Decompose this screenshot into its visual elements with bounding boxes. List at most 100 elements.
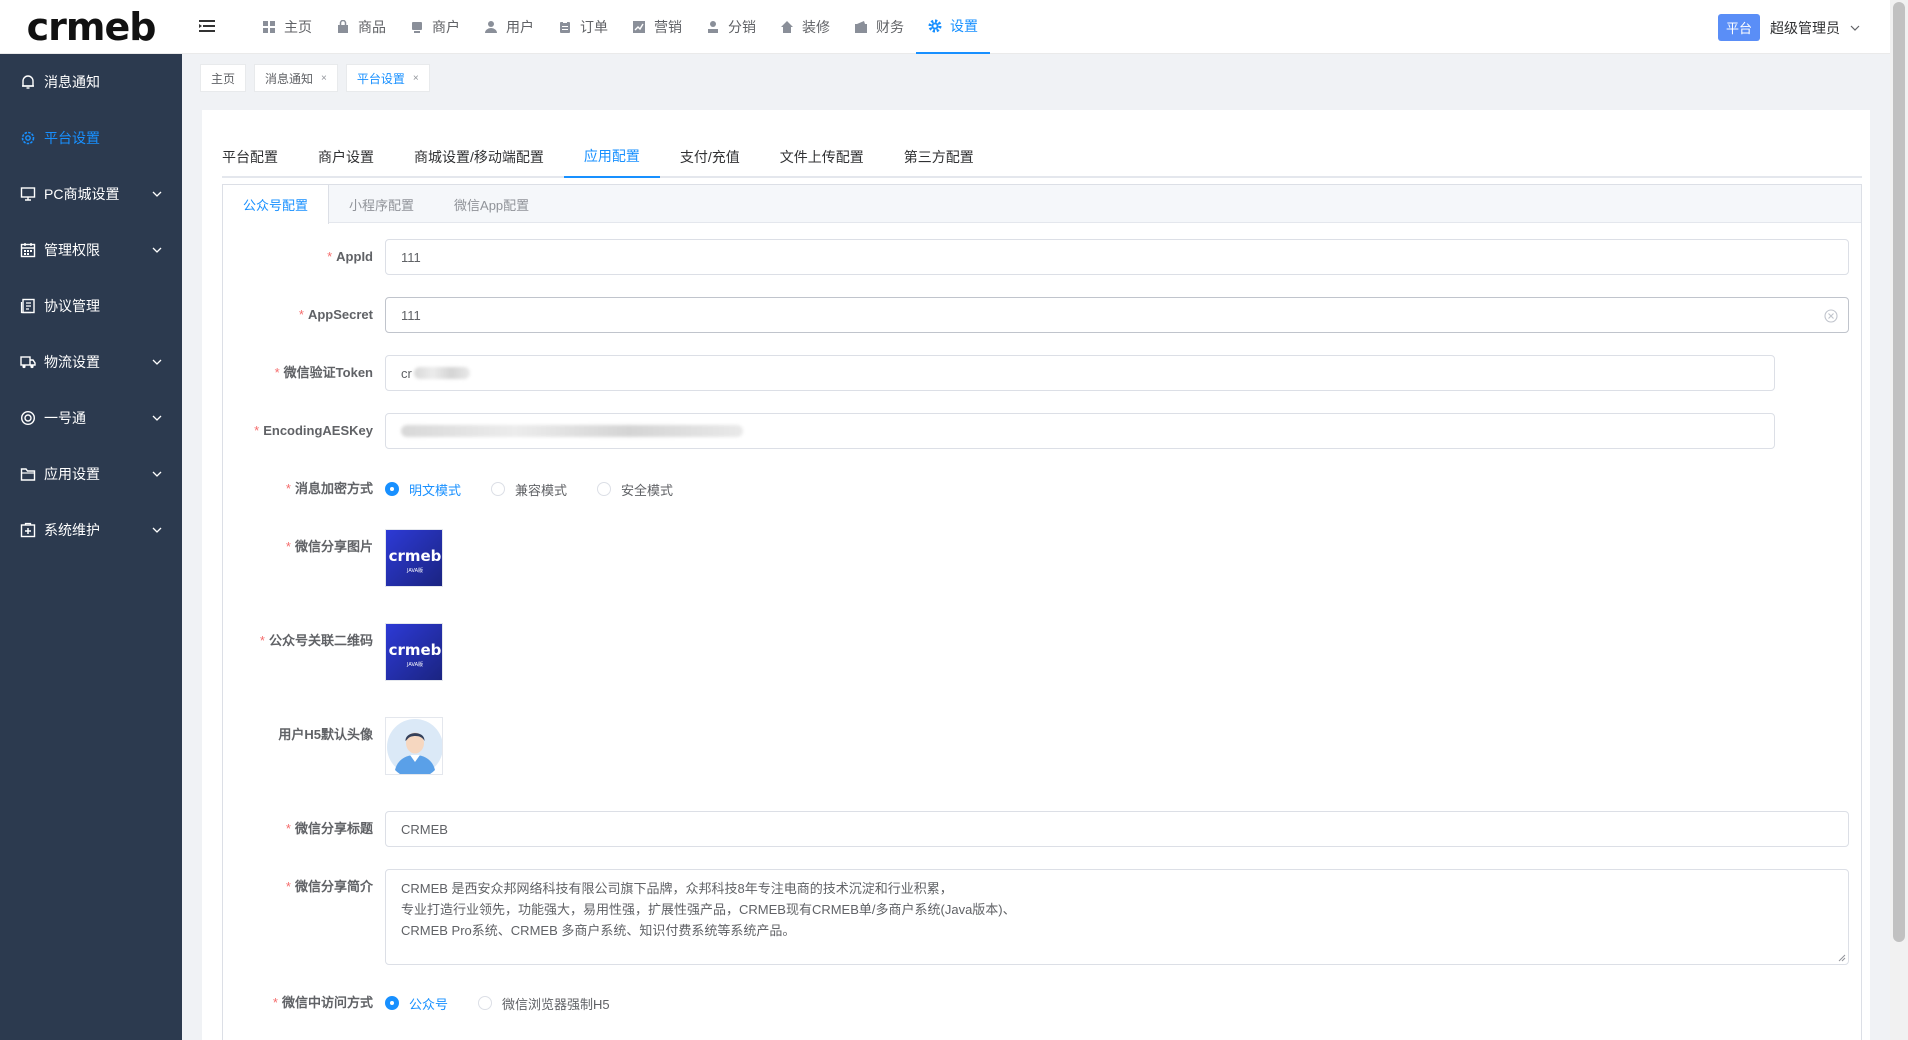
settings-card: 平台配置 商户设置 商城设置/移动端配置 应用配置 支付/充值 文件上传配置 第… — [202, 110, 1870, 1040]
sidebar-item-label: 物流设置 — [44, 354, 100, 370]
radio-official-account[interactable]: 公众号 — [385, 994, 448, 1013]
topnav-item-distribution[interactable]: 分销 — [694, 0, 768, 54]
page-scrollbar[interactable] — [1890, 0, 1908, 1040]
share-image-upload[interactable]: crmeb JAVA版 — [385, 529, 443, 587]
tag-platform-settings[interactable]: 平台设置 × — [345, 64, 430, 92]
topnav-item-products[interactable]: 商品 — [324, 0, 398, 54]
logo[interactable]: crmeb — [0, 0, 182, 54]
encrypt-radio-group: 明文模式 兼容模式 安全模式 — [385, 471, 673, 507]
admin-name[interactable]: 超级管理员 — [1770, 18, 1840, 38]
avatar-upload[interactable] — [385, 717, 443, 775]
chart-icon — [633, 21, 645, 33]
subtab-official-account[interactable]: 公众号配置 — [223, 185, 330, 224]
wallet-icon — [855, 21, 867, 33]
settings-icon — [21, 131, 35, 145]
crmeb-logo-image: crmeb JAVA版 — [386, 624, 442, 680]
sidebar-item-logistics[interactable]: 物流设置 — [0, 334, 182, 390]
access-mode-radio-group: 公众号 微信浏览器强制H5 — [385, 985, 610, 1021]
sidebar-item-label: 应用设置 — [44, 466, 100, 482]
sidebar-item-app-settings[interactable]: 应用设置 — [0, 446, 182, 502]
appsecret-label: * AppSecret — [298, 307, 373, 322]
close-icon[interactable]: × — [321, 73, 327, 84]
menu-toggle-icon[interactable] — [198, 17, 216, 35]
sidebar-item-permissions[interactable]: 管理权限 — [0, 222, 182, 278]
sidebar-item-maintenance[interactable]: 系统维护 — [0, 502, 182, 558]
redacted-text — [401, 425, 743, 437]
sidebar-item-label: 消息通知 — [44, 74, 100, 90]
close-icon[interactable]: × — [413, 73, 419, 84]
sidebar-item-onepass[interactable]: 一号通 — [0, 390, 182, 446]
tab-mall-mobile-config[interactable]: 商城设置/移动端配置 — [394, 136, 564, 178]
form-row-encrypt: * 消息加密方式 明文模式 兼容模式 安全模式 — [223, 471, 673, 507]
sidebar-item-pc-mall[interactable]: PC商城设置 — [0, 166, 182, 222]
topnav-item-home[interactable]: 主页 — [250, 0, 324, 54]
folder-icon — [20, 468, 36, 481]
form-row-share-image: * 微信分享图片 crmeb JAVA版 — [223, 529, 443, 587]
appid-input[interactable]: 111 — [385, 239, 1849, 275]
sidebar-item-notifications[interactable]: 消息通知 — [0, 54, 182, 110]
svg-text:crmeb: crmeb — [389, 547, 442, 565]
tags-view: 主页 消息通知 × 平台设置 × — [200, 64, 430, 92]
topnav-label: 商户 — [432, 19, 460, 35]
topnav-item-marketing[interactable]: 营销 — [620, 0, 694, 54]
sidebar-item-label: 平台设置 — [44, 130, 100, 146]
radio-force-h5[interactable]: 微信浏览器强制H5 — [478, 994, 610, 1013]
subtab-mini-program[interactable]: 小程序配置 — [329, 185, 434, 223]
clear-icon[interactable] — [1824, 309, 1838, 323]
share-intro-label: * 微信分享简介 — [285, 879, 373, 894]
chevron-down-icon[interactable] — [1850, 23, 1860, 33]
bag-icon — [338, 20, 348, 33]
sidebar-item-agreements[interactable]: 协议管理 — [0, 278, 182, 334]
tab-payment[interactable]: 支付/充值 — [660, 136, 760, 178]
user-icon — [485, 21, 497, 33]
token-input[interactable]: cr — [385, 355, 1775, 391]
tag-home[interactable]: 主页 — [200, 64, 247, 92]
form-row-qrcode: * 公众号关联二维码 crmeb JAVA版 — [223, 623, 443, 681]
topnav-item-decoration[interactable]: 装修 — [768, 0, 842, 54]
chevron-down-icon — [152, 191, 162, 197]
tag-notifications[interactable]: 消息通知 × — [254, 64, 338, 92]
lifebuoy-icon — [20, 410, 36, 426]
tab-merchant-settings[interactable]: 商户设置 — [298, 136, 394, 178]
topnav-item-orders[interactable]: 订单 — [546, 0, 620, 54]
gear-icon — [928, 19, 942, 33]
radio-secure-mode[interactable]: 安全模式 — [597, 480, 673, 499]
home-icon — [781, 21, 793, 33]
form-row-avatar: 用户H5默认头像 — [223, 717, 443, 775]
tab-third-party[interactable]: 第三方配置 — [884, 136, 994, 178]
share-image-label: * 微信分享图片 — [285, 539, 373, 554]
sidebar-item-platform-settings[interactable]: 平台设置 — [0, 110, 182, 166]
tab-upload-config[interactable]: 文件上传配置 — [760, 136, 884, 178]
topnav-label: 用户 — [506, 19, 534, 35]
topnav-item-users[interactable]: 用户 — [472, 0, 546, 54]
topnav-label: 营销 — [654, 19, 682, 35]
radio-plaintext-mode[interactable]: 明文模式 — [385, 480, 461, 499]
topnav-item-settings[interactable]: 设置 — [916, 0, 990, 54]
resize-grip-icon[interactable] — [1838, 954, 1846, 962]
header-user: 平台 超级管理员 — [1717, 14, 1860, 41]
aeskey-input[interactable] — [385, 413, 1775, 449]
radio-compatible-mode[interactable]: 兼容模式 — [491, 480, 567, 499]
topnav-label: 设置 — [950, 18, 978, 34]
encrypt-label: * 消息加密方式 — [285, 481, 373, 496]
token-label: * 微信验证Token — [274, 365, 373, 380]
topnav-item-merchants[interactable]: 商户 — [398, 0, 472, 54]
tab-platform-config[interactable]: 平台配置 — [222, 136, 298, 178]
scrollbar-thumb[interactable] — [1893, 2, 1905, 942]
clipboard-icon — [560, 21, 570, 33]
dashboard-icon — [263, 21, 275, 33]
avatar-label: 用户H5默认头像 — [278, 727, 373, 742]
form-row-aeskey: * EncodingAESKey — [223, 413, 1775, 449]
topnav-label: 财务 — [876, 19, 904, 35]
subtab-wechat-app[interactable]: 微信App配置 — [434, 185, 549, 223]
sidebar: 消息通知 平台设置 PC商城设置 管理权限 协议管理 物流设置 一号通 应用设置… — [0, 54, 182, 1040]
chevron-down-icon — [152, 527, 162, 533]
subtab-panel: 公众号配置 小程序配置 微信App配置 * AppId 111 * AppSecre… — [222, 184, 1862, 1040]
share-intro-textarea[interactable]: CRMEB 是西安众邦网络科技有限公司旗下品牌，众邦科技8年专注电商的技术沉淀和… — [385, 869, 1849, 965]
qrcode-upload[interactable]: crmeb JAVA版 — [385, 623, 443, 681]
share-title-input[interactable]: CRMEB — [385, 811, 1849, 847]
tab-app-config[interactable]: 应用配置 — [563, 136, 660, 178]
appsecret-input[interactable]: 111 — [385, 297, 1849, 333]
topnav-item-finance[interactable]: 财务 — [842, 0, 916, 54]
store-icon — [412, 22, 422, 33]
